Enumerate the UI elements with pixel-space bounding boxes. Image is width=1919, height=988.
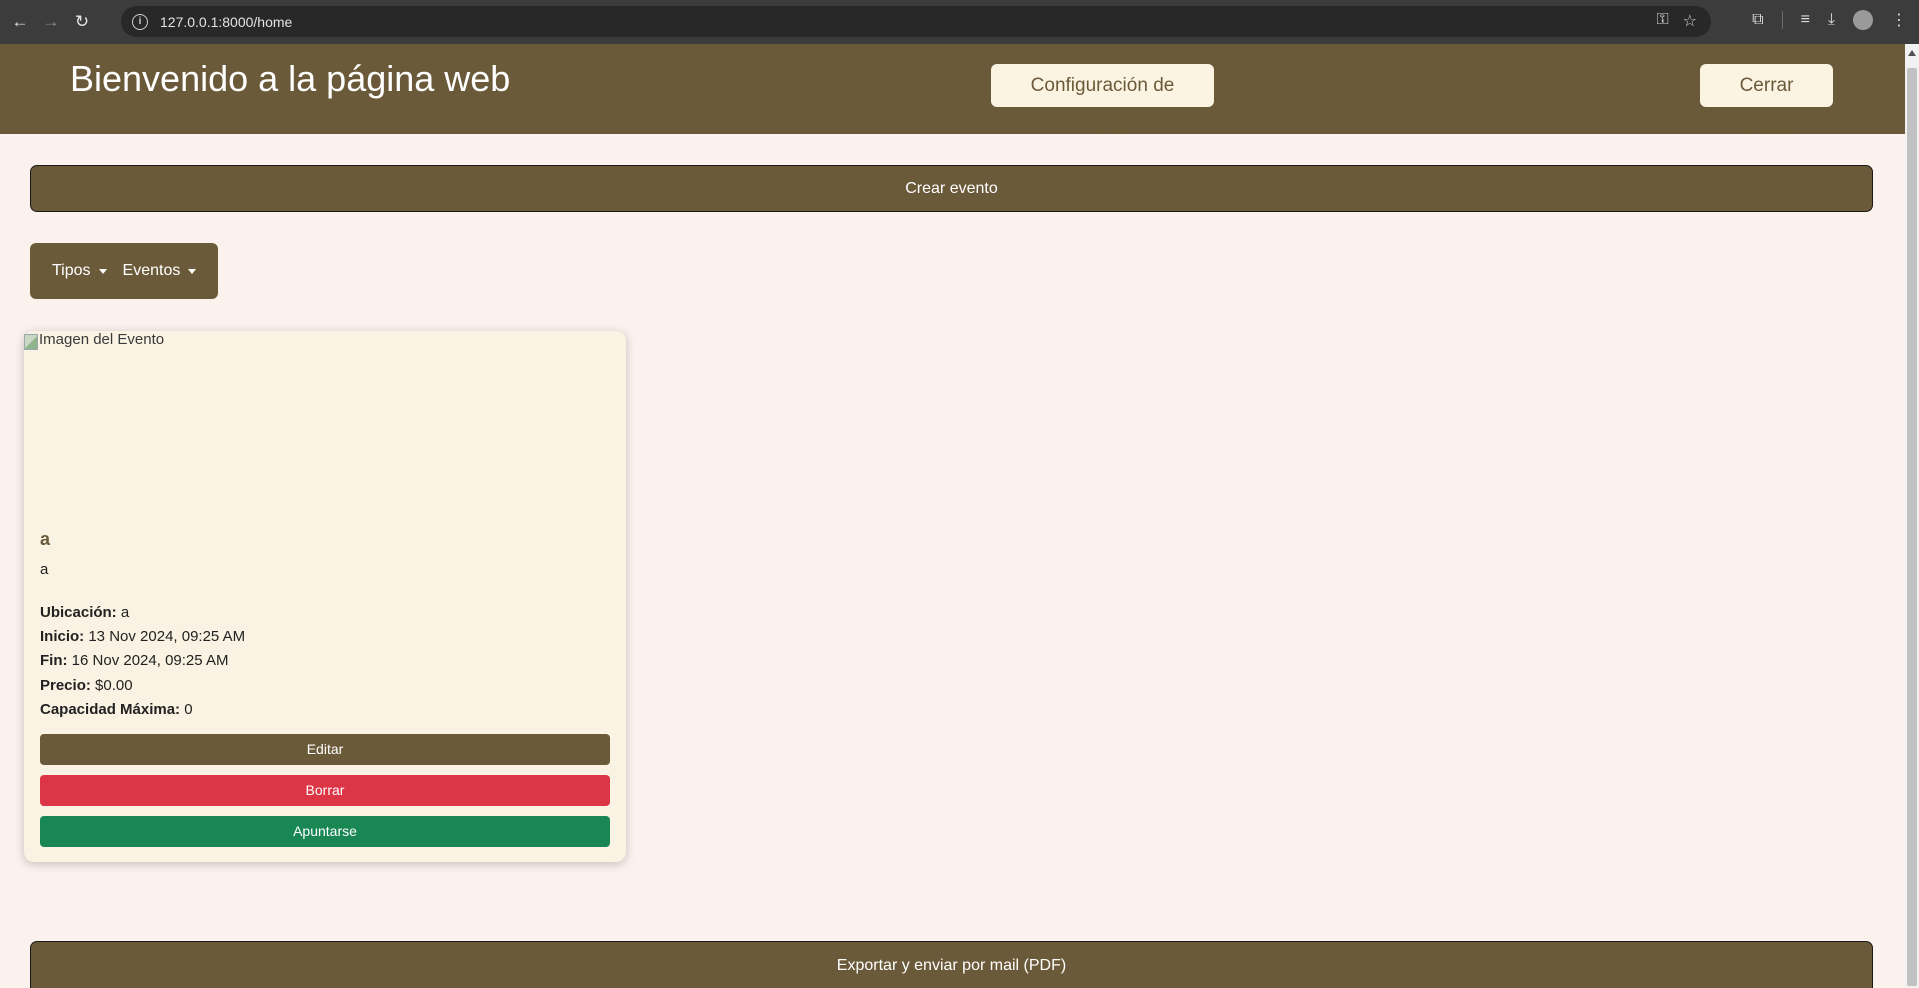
- reload-icon[interactable]: ↻: [71, 11, 93, 33]
- event-card: Imagen del Evento a a Ubicación: a Inici…: [24, 331, 626, 862]
- caret-down-icon: [98, 268, 107, 274]
- reading-list-icon[interactable]: ≡: [1801, 11, 1810, 29]
- export-pdf-button[interactable]: Exportar y enviar por mail (PDF): [30, 941, 1873, 988]
- profile-avatar[interactable]: [1853, 10, 1873, 30]
- browser-toolbar: ← → ↻ i 127.0.0.1:8000/home ⚿ ☆ ⧉ ≡ ⤓ ⋮: [0, 0, 1919, 44]
- event-details: Ubicación: a Inicio: 13 Nov 2024, 09:25 …: [40, 601, 245, 722]
- admin-settings-button[interactable]: Configuración de Admin: [991, 64, 1214, 139]
- site-info-icon[interactable]: i: [132, 13, 148, 30]
- event-location: Ubicación: a: [40, 604, 130, 621]
- site-header: Bienvenido a la página web Configuración…: [0, 44, 1905, 139]
- join-event-button[interactable]: Apuntarse: [40, 816, 610, 847]
- types-dropdown-label: Tipos: [52, 262, 91, 279]
- event-image: Imagen del Evento: [24, 331, 164, 350]
- address-bar[interactable]: i 127.0.0.1:8000/home ⚿ ☆: [121, 6, 1711, 37]
- events-dropdown-label: Eventos: [122, 262, 181, 279]
- event-image-alt: Imagen del Evento: [39, 331, 165, 348]
- download-icon[interactable]: ⤓: [1828, 11, 1835, 29]
- delete-event-button[interactable]: Borrar: [40, 775, 610, 806]
- page-scrollbar[interactable]: [1905, 44, 1919, 988]
- event-capacity: Capacidad Máxima: 0: [40, 700, 193, 718]
- events-dropdown[interactable]: Eventos: [123, 262, 197, 280]
- scroll-thumb[interactable]: [1907, 68, 1917, 986]
- event-description: a: [40, 561, 49, 578]
- toolbar-divider: [1781, 11, 1783, 29]
- event-title: a: [40, 529, 51, 549]
- password-key-icon[interactable]: ⚿: [1656, 11, 1668, 31]
- event-end: Fin: 16 Nov 2024, 09:25 AM: [40, 652, 229, 670]
- page-title: Bienvenido a la página web: [70, 58, 511, 99]
- bookmark-star-icon[interactable]: ☆: [1683, 11, 1697, 31]
- extensions-icon[interactable]: ⧉: [1752, 11, 1763, 29]
- url-text[interactable]: 127.0.0.1:8000/home: [160, 14, 292, 30]
- create-event-button[interactable]: Crear evento: [30, 165, 1873, 212]
- types-dropdown[interactable]: Tipos: [52, 262, 107, 280]
- forward-icon[interactable]: →: [40, 11, 62, 33]
- event-start: Inicio: 13 Nov 2024, 09:25 AM: [40, 628, 246, 646]
- back-icon[interactable]: ←: [9, 11, 31, 33]
- broken-image-icon: [24, 334, 38, 350]
- event-price: Precio: $0.00: [40, 676, 133, 694]
- edit-event-button[interactable]: Editar: [40, 734, 610, 765]
- scroll-up-icon[interactable]: [1908, 50, 1916, 56]
- logout-button[interactable]: Cerrar sesión: [1700, 64, 1833, 139]
- menu-icon[interactable]: ⋮: [1891, 10, 1907, 30]
- caret-down-icon: [188, 268, 197, 274]
- filter-navbar: Tipos Eventos: [30, 243, 218, 299]
